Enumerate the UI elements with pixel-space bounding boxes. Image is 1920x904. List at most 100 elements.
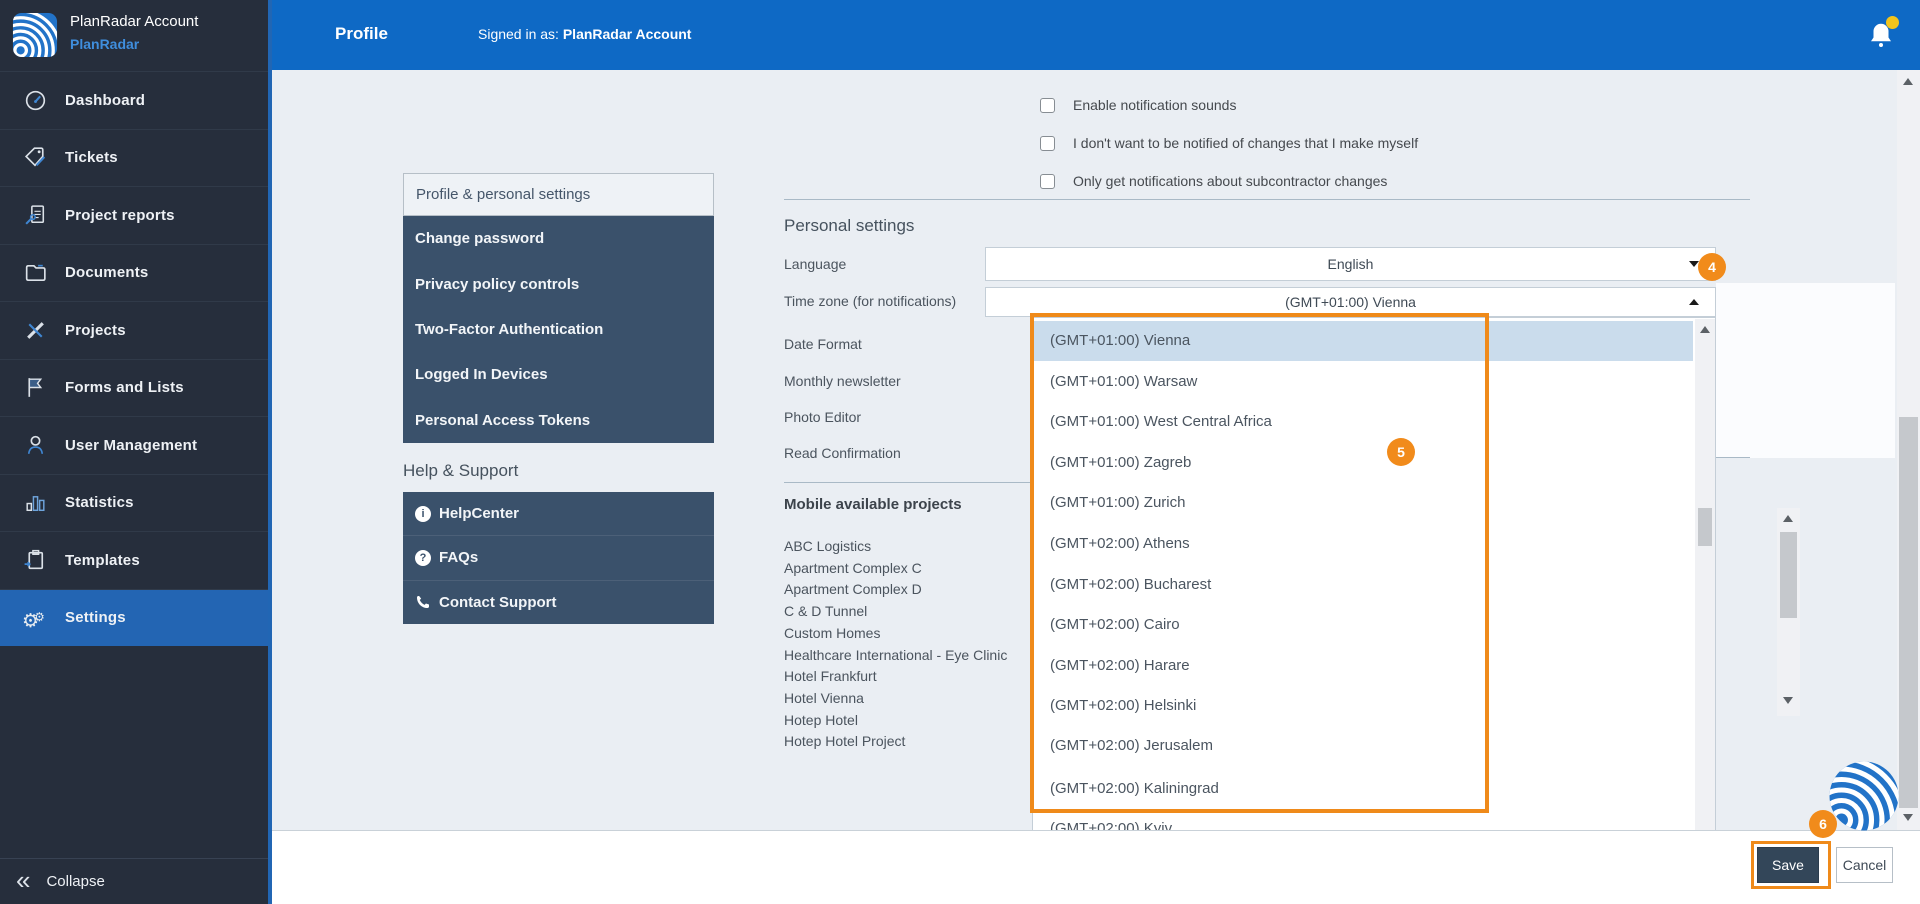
sidebar-item-dashboard[interactable]: Dashboard <box>0 71 268 129</box>
timezone-value: (GMT+01:00) Vienna <box>1285 294 1416 310</box>
ruler-pencil-icon <box>27 321 44 339</box>
settings-nav-privacy-policy[interactable]: Privacy policy controls <box>403 261 714 306</box>
sidebar-item-projects[interactable]: Projects <box>0 301 268 359</box>
sidebar-item-documents[interactable]: Documents <box>0 243 268 302</box>
account-subtitle: PlanRadar <box>70 36 140 52</box>
sidebar-item-label: User Management <box>65 436 198 454</box>
question-circle-icon: ? <box>415 549 431 566</box>
help-center-link[interactable]: i HelpCenter <box>403 492 714 535</box>
scroll-up-icon[interactable] <box>1700 326 1710 333</box>
project-item: Hotel Frankfurt <box>784 668 877 685</box>
folder-icon <box>25 265 46 282</box>
language-value: English <box>1327 256 1374 272</box>
sidebar-item-label: Settings <box>65 609 126 627</box>
sidebar-item-user-management[interactable]: User Management <box>0 416 268 474</box>
settings-nav-personal-access-tokens[interactable]: Personal Access Tokens <box>403 398 714 443</box>
sidebar-item-settings[interactable]: ⚙⚙ Settings <box>0 588 268 646</box>
cancel-button[interactable]: Cancel <box>1836 847 1893 883</box>
sidebar-item-label: Templates <box>65 551 140 569</box>
notification-badge-dot <box>1886 16 1899 29</box>
signed-in-as: Signed in as: PlanRadar Account <box>478 26 691 42</box>
planradar-settings-page: PlanRadar Account PlanRadar Dashboard Ti… <box>0 0 1920 904</box>
account-title: PlanRadar Account <box>70 13 199 30</box>
sidebar-item-label: Documents <box>65 264 149 282</box>
ticket-tag-icon <box>24 147 46 167</box>
checkbox-label: Enable notification sounds <box>1073 97 1237 113</box>
timezone-label: Time zone (for notifications) <box>784 293 957 309</box>
settings-nav-two-factor[interactable]: Two-Factor Authentication <box>403 307 714 352</box>
flag-icon <box>28 378 43 398</box>
chevron-up-icon <box>1689 299 1699 305</box>
phone-icon <box>417 596 429 609</box>
sidebar-item-project-reports[interactable]: Project reports <box>0 186 268 244</box>
scroll-up-icon[interactable] <box>1903 78 1913 85</box>
gears-icon: ⚙⚙ <box>22 610 45 633</box>
sidebar-item-statistics[interactable]: Statistics <box>0 473 268 532</box>
annotation-badge-4: 4 <box>1698 253 1726 281</box>
sidebar-menu: Dashboard Tickets Project reports Docume… <box>0 71 268 646</box>
help-support-box: i HelpCenter ? FAQs Contact Support <box>403 492 714 624</box>
sidebar-item-tickets[interactable]: Tickets <box>0 128 268 187</box>
footer-bar <box>272 830 1920 904</box>
planradar-watermark-icon <box>1829 761 1899 831</box>
project-item: Apartment Complex D <box>784 581 922 598</box>
section-divider <box>784 199 1750 200</box>
sidebar-item-templates[interactable]: Templates <box>0 531 268 589</box>
planradar-logo-icon <box>12 12 58 58</box>
panel-scrollbar-thumb[interactable] <box>1780 532 1797 618</box>
project-item: Healthcare International - Eye Clinic <box>784 646 1008 663</box>
form-panel-background <box>1716 283 1895 458</box>
checkbox-notification-sounds[interactable] <box>1040 98 1055 113</box>
sidebar-item-forms-and-lists[interactable]: Forms and Lists <box>0 358 268 417</box>
monthly-newsletter-label: Monthly newsletter <box>784 373 901 389</box>
sidebar-item-label: Dashboard <box>65 91 146 109</box>
checkbox-label: Only get notifications about subcontract… <box>1073 173 1388 189</box>
language-label: Language <box>784 256 847 272</box>
mobile-projects-heading: Mobile available projects <box>784 496 962 513</box>
language-select[interactable]: English <box>985 247 1716 281</box>
settings-nav-change-password[interactable]: Change password <box>403 216 714 261</box>
page-scrollbar-thumb[interactable] <box>1899 417 1918 808</box>
project-item: Hotel Vienna <box>784 689 864 706</box>
save-button[interactable]: Save <box>1757 847 1819 883</box>
annotation-box-dropdown <box>1030 313 1489 813</box>
dashboard-icon <box>25 90 46 110</box>
help-support-heading: Help & Support <box>403 461 519 480</box>
checkbox-no-own-changes[interactable] <box>1040 136 1055 151</box>
report-icon <box>25 205 45 225</box>
read-confirmation-label: Read Confirmation <box>784 445 901 461</box>
clipboard-icon <box>24 549 44 569</box>
settings-nav-profile-personal[interactable]: Profile & personal settings <box>403 173 714 216</box>
info-circle-icon: i <box>415 505 431 522</box>
dropdown-scrollbar-thumb[interactable] <box>1698 508 1712 546</box>
signed-in-user: PlanRadar Account <box>562 26 692 42</box>
personal-settings-heading: Personal settings <box>784 216 915 235</box>
help-item-label: FAQs <box>439 549 479 567</box>
project-item: Apartment Complex C <box>784 559 922 576</box>
scroll-down-icon[interactable] <box>1903 814 1913 821</box>
faqs-link[interactable]: ? FAQs <box>403 535 714 579</box>
project-item: Hotep Hotel Project <box>784 733 906 750</box>
mobile-projects-list: ABC Logistics Apartment Complex C Apartm… <box>784 536 1031 753</box>
scroll-up-icon[interactable] <box>1783 515 1793 522</box>
photo-editor-label: Photo Editor <box>784 409 862 425</box>
sidebar: PlanRadar Account PlanRadar Dashboard Ti… <box>0 0 268 904</box>
collapse-label: Collapse <box>46 873 105 890</box>
project-item: Hotep Hotel <box>784 711 858 728</box>
section-divider <box>1716 457 1750 458</box>
collapse-chevrons-icon: « <box>16 864 31 895</box>
sidebar-item-label: Project reports <box>65 206 175 224</box>
date-format-label: Date Format <box>784 336 862 352</box>
dropdown-scrollbar[interactable] <box>1695 319 1715 832</box>
contact-support-link[interactable]: Contact Support <box>403 579 714 624</box>
sidebar-item-label: Projects <box>65 321 126 339</box>
bar-chart-icon <box>26 496 45 512</box>
checkbox-subcontractor-only[interactable] <box>1040 174 1055 189</box>
scroll-down-icon[interactable] <box>1783 697 1793 704</box>
account-logo-block[interactable]: PlanRadar Account PlanRadar <box>0 0 268 70</box>
project-item: ABC Logistics <box>784 538 872 554</box>
sidebar-collapse-button[interactable]: « Collapse <box>0 858 268 904</box>
settings-nav-box: Change password Privacy policy controls … <box>403 216 714 443</box>
project-item: C & D Tunnel <box>784 603 868 620</box>
settings-nav-logged-in-devices[interactable]: Logged In Devices <box>403 352 714 397</box>
